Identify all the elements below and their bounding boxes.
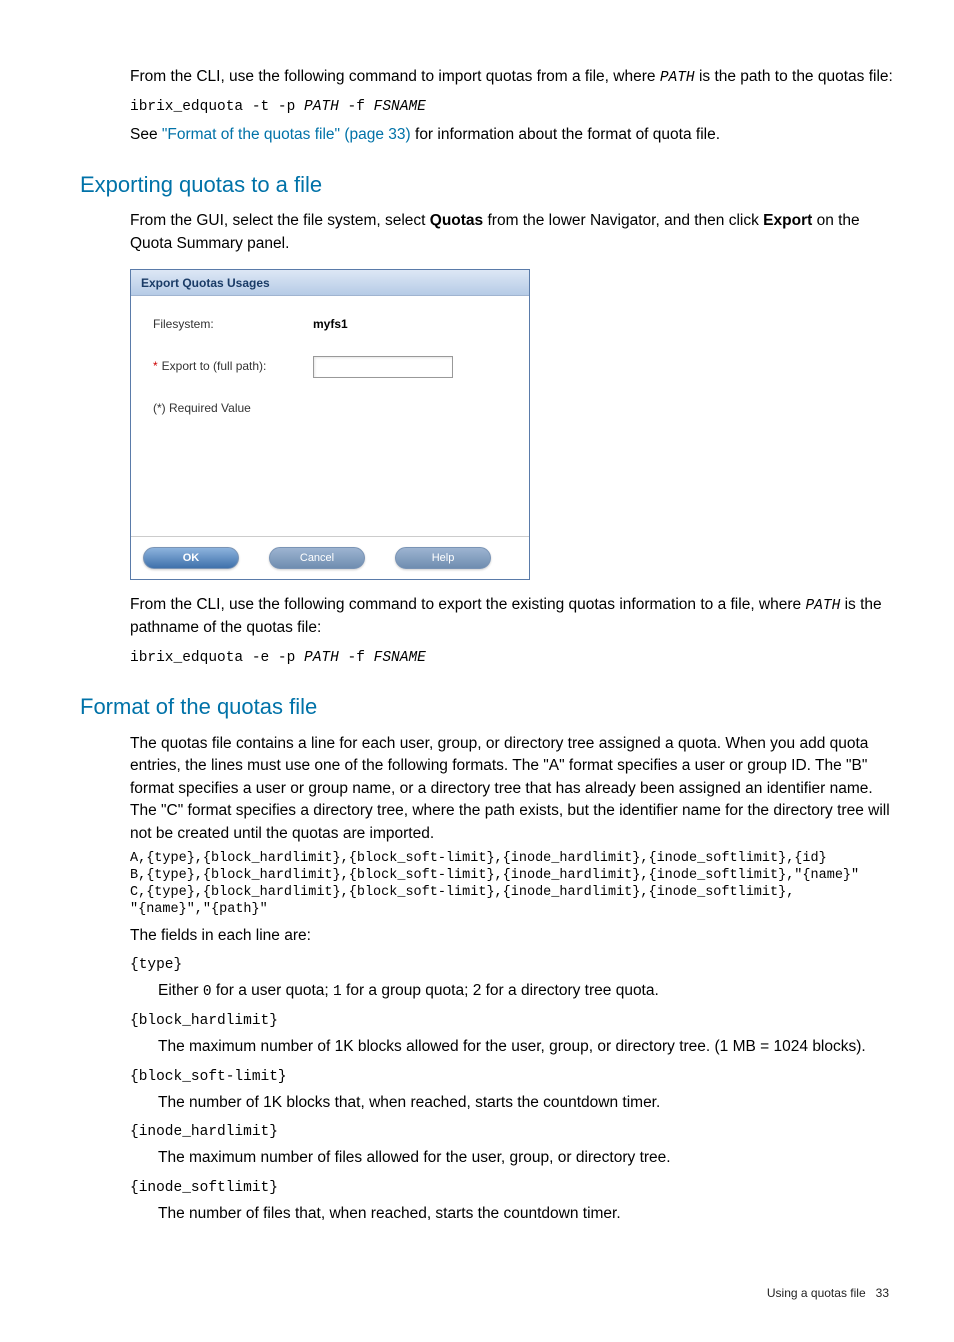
text: From the GUI, select the file system, se… — [130, 212, 430, 229]
text: From the CLI, use the following command … — [130, 68, 660, 85]
page-number: 33 — [876, 1286, 889, 1300]
footer-text: Using a quotas file — [767, 1286, 866, 1300]
field-bsl-def: The number of 1K blocks that, when reach… — [158, 1092, 899, 1114]
text: See — [130, 126, 162, 143]
field-type-def: Either 0 for a user quota; 1 for a group… — [158, 980, 899, 1003]
text: for information about the format of quot… — [411, 126, 720, 143]
text: PATH — [304, 650, 339, 666]
field-isl-def: The number of files that, when reached, … — [158, 1203, 899, 1225]
export-quotas-dialog: Export Quotas Usages Filesystem: myfs1 *… — [130, 269, 530, 580]
text: PATH — [304, 99, 339, 115]
code-export-cmd: ibrix_edquota -e -p PATH -f FSNAME — [130, 646, 899, 669]
text: FSNAME — [374, 99, 426, 115]
dialog-title: Export Quotas Usages — [131, 270, 529, 296]
paragraph-fields-intro: The fields in each line are: — [130, 925, 899, 947]
text: Export to (full path): — [162, 359, 267, 373]
text: From the CLI, use the following command … — [130, 596, 805, 613]
text: FSNAME — [374, 650, 426, 666]
field-ihl-term: {inode_hardlimit} — [130, 1122, 899, 1143]
link-format-quotas[interactable]: "Format of the quotas file" (page 33) — [162, 126, 411, 143]
paragraph-import-cli: From the CLI, use the following command … — [130, 66, 899, 89]
text: ibrix_edquota -e -p — [130, 650, 304, 666]
text: is the path to the quotas file: — [695, 68, 893, 85]
paragraph-export-cli: From the CLI, use the following command … — [130, 594, 899, 639]
field-type-term: {type} — [130, 955, 899, 976]
field-bsl-term: {block_soft-limit} — [130, 1067, 899, 1088]
paragraph-format-intro: The quotas file contains a line for each… — [130, 733, 899, 845]
required-note: (*) Required Value — [153, 400, 517, 417]
text: -f — [339, 99, 374, 115]
export-path-label: * Export to (full path): — [153, 358, 313, 375]
text: from the lower Navigator, and then click — [483, 212, 763, 229]
field-bhl-def: The maximum number of 1K blocks allowed … — [158, 1036, 899, 1058]
dialog-body: Filesystem: myfs1 * Export to (full path)… — [131, 296, 529, 536]
field-ihl-def: The maximum number of files allowed for … — [158, 1147, 899, 1169]
heading-exporting: Exporting quotas to a file — [80, 169, 899, 201]
text: ibrix_edquota -t -p — [130, 99, 304, 115]
text: Export — [763, 212, 812, 229]
text-path: PATH — [660, 70, 695, 86]
text: Either — [158, 982, 203, 999]
code-import-cmd: ibrix_edquota -t -p PATH -f FSNAME — [130, 95, 899, 118]
page-footer: Using a quotas file 33 — [55, 1285, 899, 1302]
dialog-footer: OK Cancel Help — [131, 536, 529, 579]
text: -f — [339, 650, 374, 666]
help-button[interactable]: Help — [395, 547, 491, 569]
cancel-button[interactable]: Cancel — [269, 547, 365, 569]
text: PATH — [805, 598, 840, 614]
text: 0 — [203, 984, 212, 1000]
ok-button[interactable]: OK — [143, 547, 239, 569]
text: for a user quota; — [212, 982, 334, 999]
field-bhl-term: {block_hardlimit} — [130, 1011, 899, 1032]
format-spec-block: A,{type},{block_hardlimit},{block_soft-l… — [130, 851, 899, 919]
required-star-icon: * — [153, 359, 158, 373]
heading-format: Format of the quotas file — [80, 691, 899, 723]
field-isl-term: {inode_softlimit} — [130, 1178, 899, 1199]
filesystem-label: Filesystem: — [153, 316, 313, 333]
filesystem-value: myfs1 — [313, 316, 348, 333]
text: 1 — [333, 984, 342, 1000]
field-definitions: {type} Either 0 for a user quota; 1 for … — [130, 955, 899, 1225]
text: for a group quota; 2 for a directory tre… — [342, 982, 659, 999]
paragraph-export-gui: From the GUI, select the file system, se… — [130, 210, 899, 255]
text: Quotas — [430, 212, 483, 229]
export-path-input[interactable] — [313, 356, 453, 378]
paragraph-see-link: See "Format of the quotas file" (page 33… — [130, 124, 899, 146]
